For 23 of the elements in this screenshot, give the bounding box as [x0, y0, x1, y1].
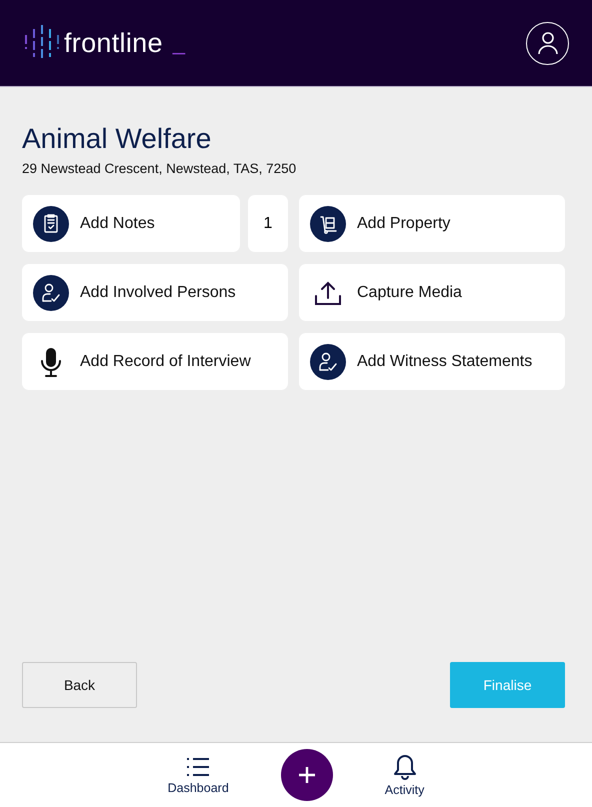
count-badge: 1 — [248, 195, 288, 252]
bell-icon — [392, 754, 417, 780]
plus-icon — [296, 765, 317, 785]
user-icon — [536, 31, 558, 55]
page-title: Animal Welfare — [22, 123, 212, 155]
profile-button[interactable] — [526, 22, 569, 64]
logo-cursor: _ — [172, 30, 186, 56]
clipboard-icon — [33, 206, 69, 242]
logo-text: frontline — [64, 28, 163, 58]
action-card[interactable]: Add Record of Interview — [22, 333, 288, 390]
action-card[interactable]: Add Notes — [22, 195, 240, 252]
action-card[interactable]: Capture Media — [299, 264, 565, 321]
nav-item[interactable]: Activity — [384, 754, 424, 796]
address-text: 29 Newstead Crescent, Newstead, TAS, 7250 — [22, 161, 298, 176]
list-icon — [186, 756, 210, 778]
nav-item[interactable]: Dashboard — [168, 756, 229, 794]
hand-truck-icon — [310, 206, 346, 242]
person-check-icon — [33, 274, 69, 310]
action-card[interactable]: Add Involved Persons — [22, 264, 288, 321]
back-button[interactable]: Back — [22, 662, 137, 708]
person-check-icon — [310, 344, 346, 380]
action-card[interactable]: Add Property — [299, 195, 565, 252]
action-card[interactable]: Add Witness Statements — [299, 333, 565, 390]
